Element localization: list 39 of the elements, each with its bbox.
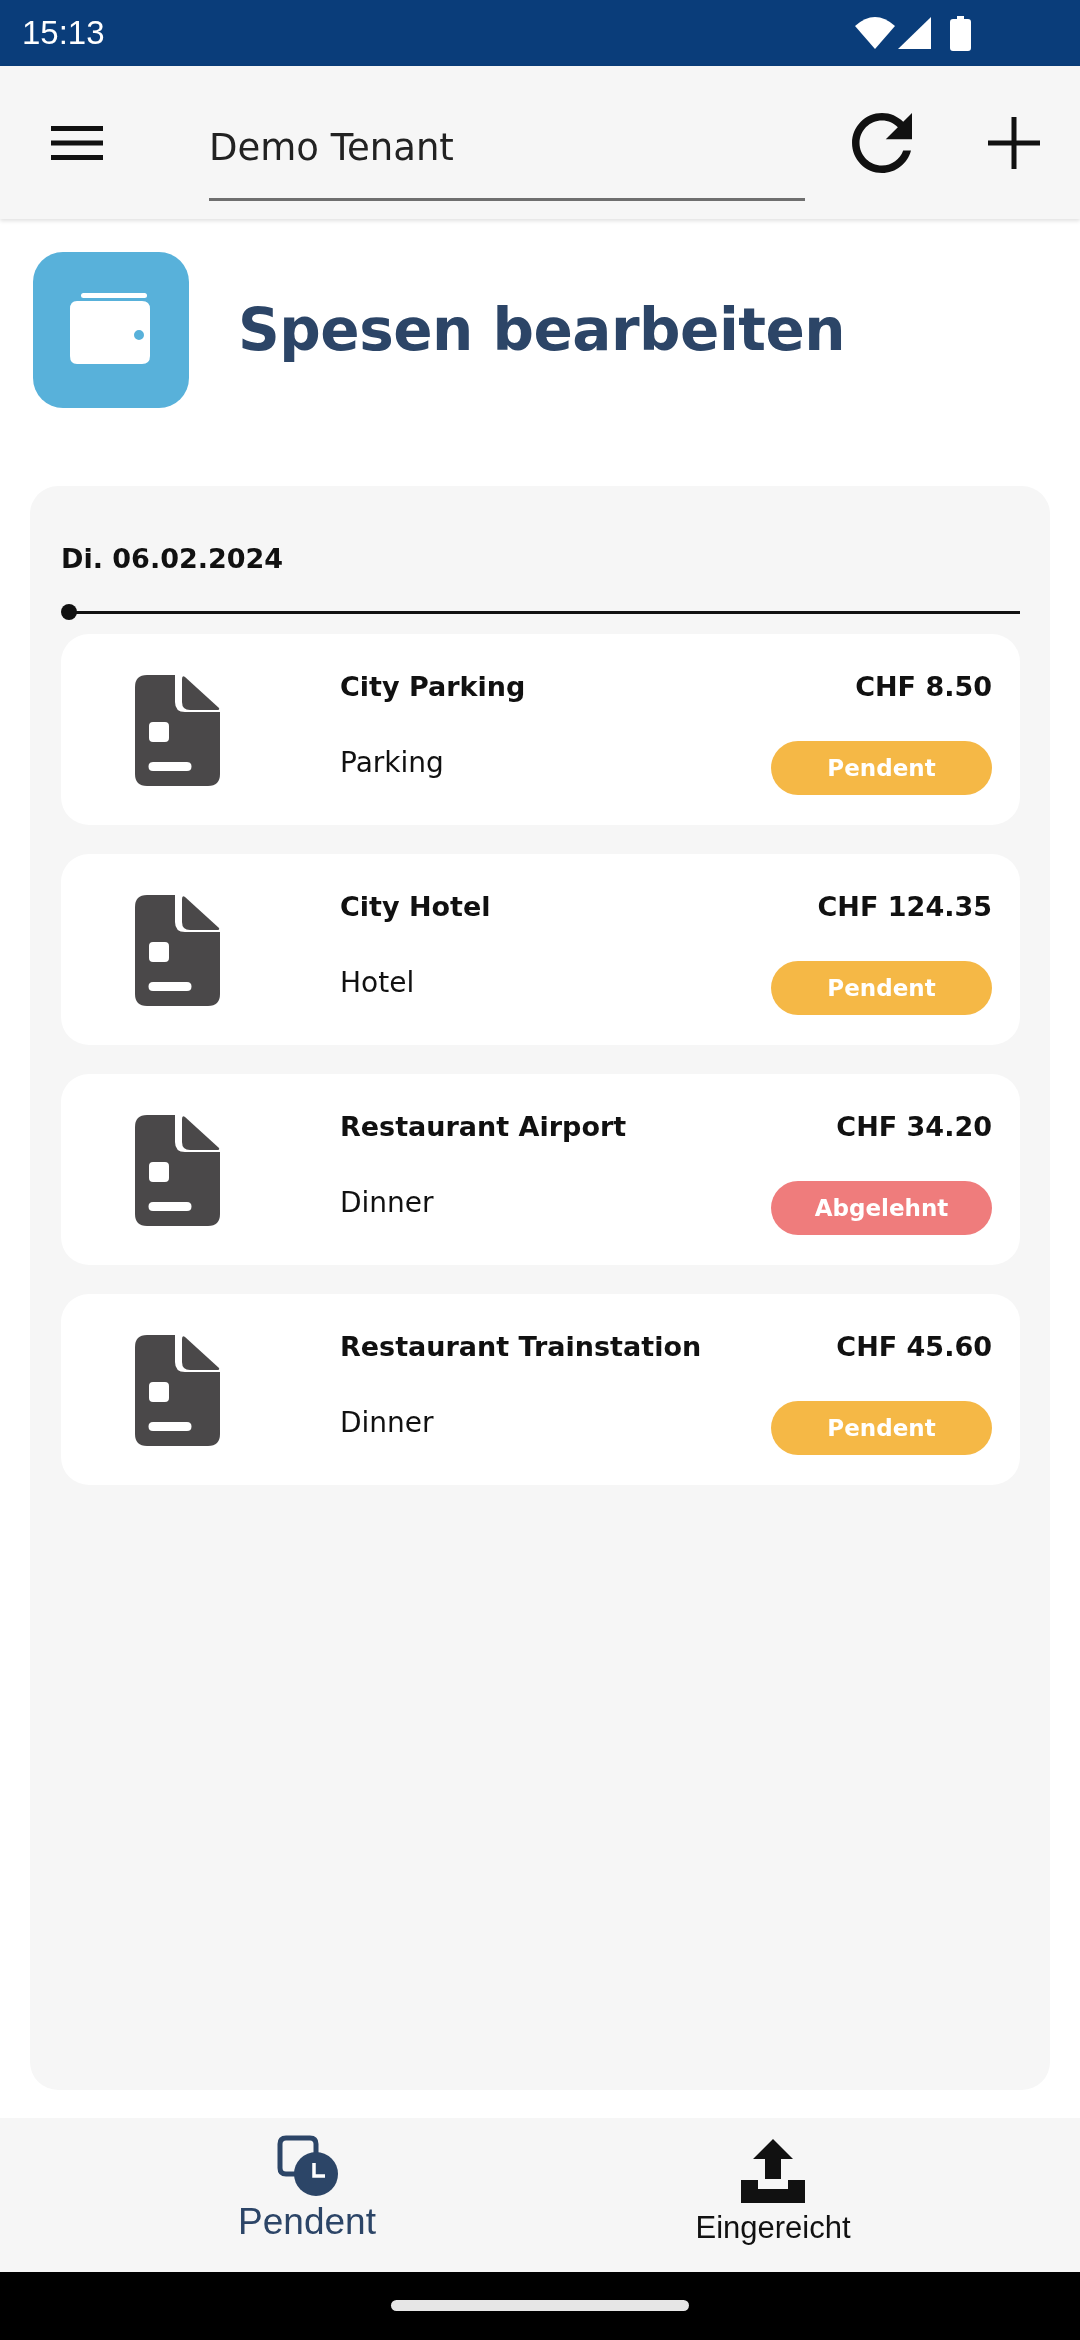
expense-amount: CHF 45.60: [836, 1330, 992, 1364]
expense-title: Restaurant Trainstation: [340, 1330, 702, 1364]
document-icon: [135, 1115, 220, 1226]
plus-icon: [988, 116, 1040, 169]
battery-icon: [950, 15, 971, 51]
expense-title: City Hotel: [340, 890, 491, 924]
expense-amount: CHF 34.20: [836, 1110, 992, 1144]
document-icon: [135, 675, 220, 786]
expense-category: Dinner: [340, 1405, 434, 1441]
nav-tab[interactable]: Eingereicht: [540, 2118, 1006, 2272]
expense-title: City Parking: [340, 670, 526, 704]
refresh-icon: [852, 112, 912, 173]
page-title: Spesen bearbeiten: [238, 295, 846, 365]
status-badge: Pendent: [771, 741, 992, 795]
expense-category: Dinner: [340, 1185, 434, 1221]
expense-title: Restaurant Airport: [340, 1110, 627, 1144]
document-icon: [135, 895, 220, 1006]
expense-category: Parking: [340, 745, 444, 781]
clock-window-icon: [276, 2134, 338, 2196]
wifi-icon: [855, 17, 895, 49]
date-heading: Di. 06.02.2024: [61, 542, 285, 576]
expense-card[interactable]: Restaurant Trainstation Dinner CHF 45.60 Pendent: [61, 1294, 1020, 1485]
document-icon: [135, 1335, 220, 1446]
status-badge: Abgelehnt: [771, 1181, 992, 1235]
expense-card[interactable]: Restaurant Airport Dinner CHF 34.20 Abgelehnt: [61, 1074, 1020, 1265]
expense-card[interactable]: City Parking Parking CHF 8.50 Pendent: [61, 634, 1020, 825]
expense-amount: CHF 8.50: [855, 670, 992, 704]
expense-category: Hotel: [340, 965, 415, 1001]
wallet-icon: [33, 252, 189, 408]
status-badge: Pendent: [771, 961, 992, 1015]
home-indicator[interactable]: [391, 2299, 689, 2311]
signal-icon: [898, 17, 931, 49]
upload-icon: [741, 2139, 805, 2203]
expense-amount: CHF 124.35: [817, 890, 992, 924]
expense-card[interactable]: City Hotel Hotel CHF 124.35 Pendent: [61, 854, 1020, 1045]
menu-icon: [51, 125, 103, 160]
status-badge: Pendent: [771, 1401, 992, 1455]
nav-tab[interactable]: Pendent: [74, 2118, 540, 2272]
status-time: 15:13: [22, 14, 105, 52]
